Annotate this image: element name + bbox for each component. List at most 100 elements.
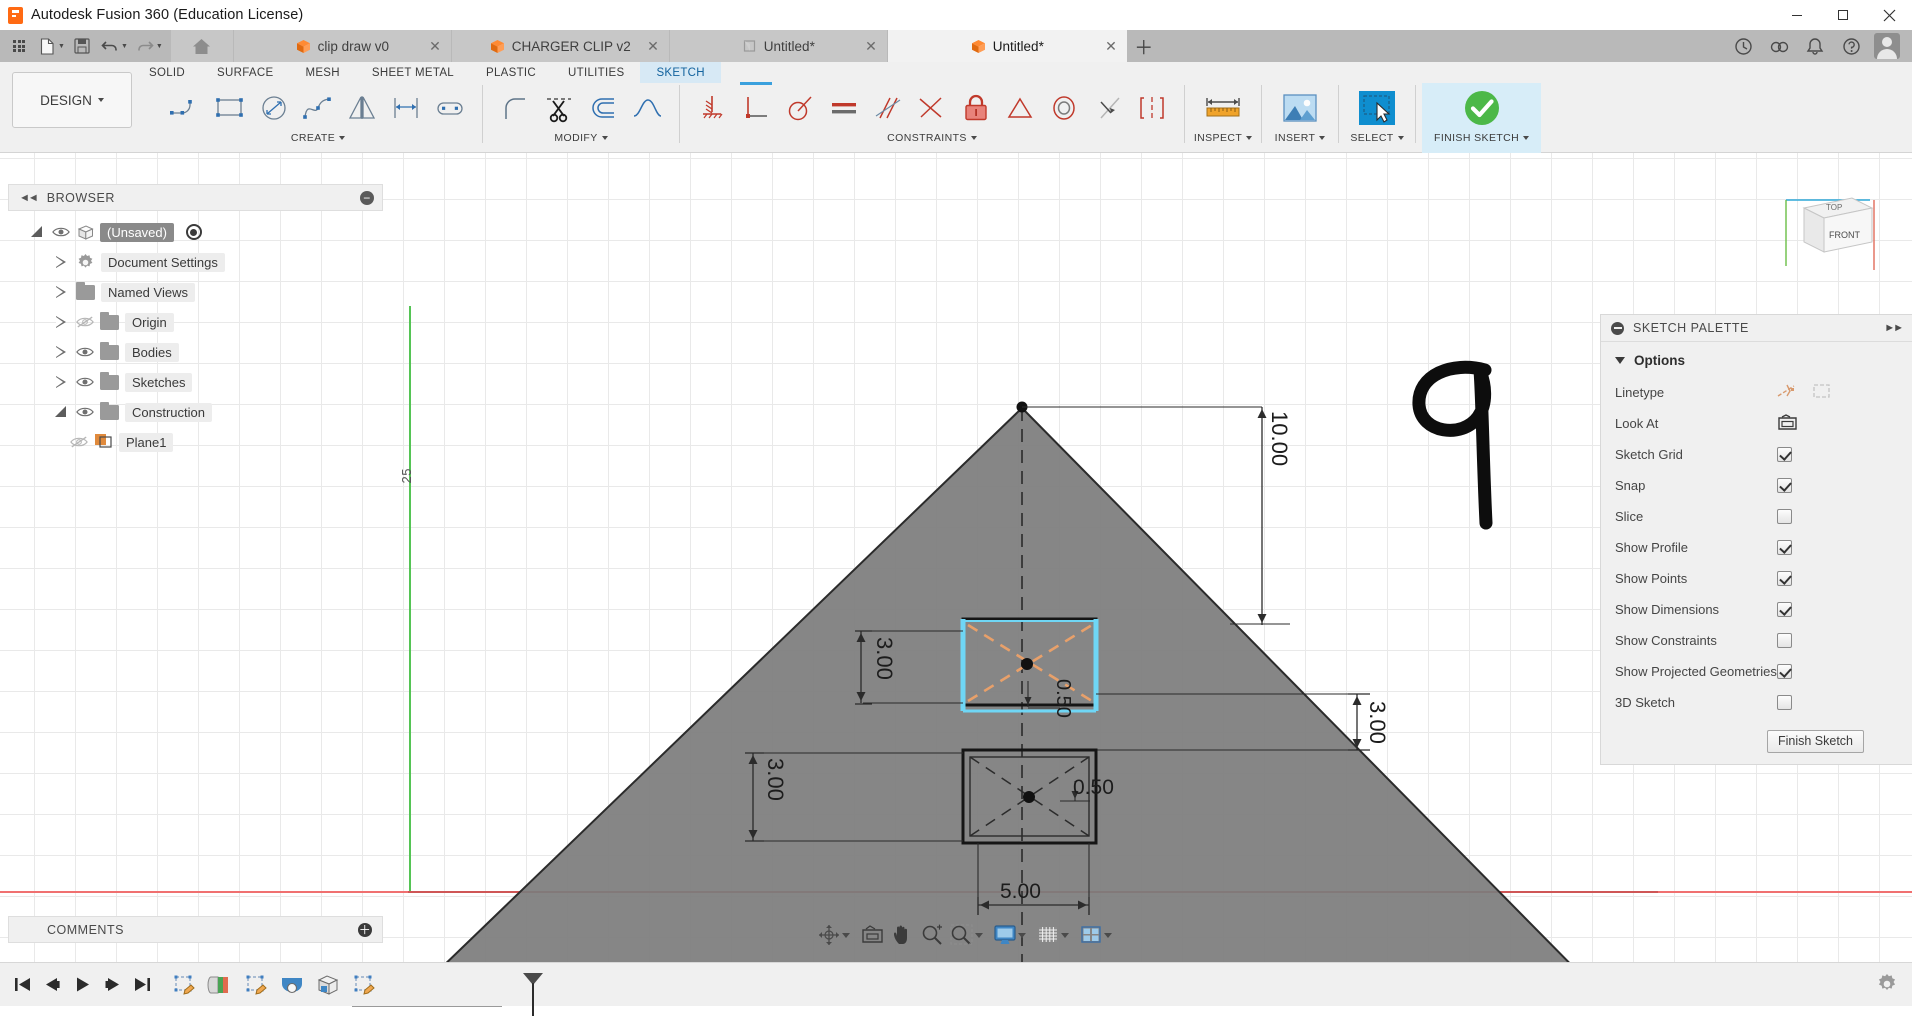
ribbon-tab-plastic[interactable]: PLASTIC — [470, 62, 552, 83]
comments-panel[interactable]: COMMENTS ＋ — [8, 916, 383, 943]
tab-close-icon[interactable]: ✕ — [429, 39, 441, 53]
parallel-icon[interactable] — [866, 85, 910, 131]
shell-feature-icon[interactable] — [314, 972, 342, 998]
step-forward-icon[interactable] — [98, 970, 126, 1000]
ribbon-tab-sketch[interactable]: SKETCH — [640, 62, 721, 83]
finish-sketch-button[interactable]: Finish Sketch — [1766, 729, 1864, 753]
go-to-end-icon[interactable] — [128, 970, 156, 1000]
minimize-circle-icon[interactable]: − — [360, 190, 374, 205]
expand-toggle-icon[interactable] — [52, 375, 70, 389]
app-grid-icon[interactable] — [6, 33, 32, 59]
expand-toggle-icon[interactable] — [52, 345, 70, 359]
maximize-button[interactable] — [1820, 0, 1866, 30]
save-icon[interactable] — [69, 33, 95, 59]
ribbon-tab-mesh[interactable]: MESH — [289, 62, 355, 83]
new-file-dropdown-caret[interactable]: ▼ — [58, 43, 65, 50]
look-at-icon[interactable] — [1777, 413, 1798, 434]
sketch-feature-icon[interactable] — [170, 972, 198, 998]
viewports-icon[interactable] — [1076, 920, 1106, 950]
rectangle-icon[interactable] — [208, 85, 252, 131]
expand-toggle-icon[interactable] — [52, 315, 70, 329]
browser-item-construction[interactable]: Construction — [8, 397, 383, 427]
visibility-eye-off-icon[interactable] — [76, 315, 94, 329]
zoom-icon[interactable] — [917, 920, 947, 950]
show-dimensions-checkbox[interactable] — [1777, 602, 1792, 617]
visibility-eye-icon[interactable] — [76, 405, 94, 419]
workspace-switcher[interactable]: DESIGN — [12, 72, 132, 128]
show-profile-checkbox[interactable] — [1777, 540, 1792, 555]
mirror-icon[interactable] — [340, 85, 384, 131]
help-icon[interactable] — [1838, 33, 1864, 59]
new-document-tab-button[interactable]: ＋ — [1127, 30, 1161, 62]
show-points-checkbox[interactable] — [1777, 571, 1792, 586]
avatar[interactable] — [1874, 33, 1900, 59]
ribbon-tab-sheet-metal[interactable]: SHEET METAL — [356, 62, 470, 83]
insert-image-icon[interactable] — [1272, 88, 1328, 128]
visibility-eye-off-icon[interactable] — [70, 435, 88, 449]
tangent-icon[interactable] — [778, 85, 822, 131]
extrude-feature-icon[interactable] — [206, 972, 234, 998]
sketch-feature-icon[interactable] — [242, 972, 270, 998]
grid-settings-icon[interactable] — [1033, 920, 1063, 950]
ribbon-group-finish-sketch[interactable]: FINISH SKETCH — [1422, 83, 1542, 153]
job-status-icon[interactable] — [1730, 33, 1756, 59]
palette-section-options[interactable]: Options — [1601, 342, 1912, 377]
expand-toggle-icon[interactable] — [52, 285, 70, 299]
fix-icon[interactable] — [690, 85, 734, 131]
slice-checkbox[interactable] — [1777, 509, 1792, 524]
visibility-eye-icon[interactable] — [76, 345, 94, 359]
close-button[interactable] — [1866, 0, 1912, 30]
pan-icon[interactable] — [887, 920, 917, 950]
browser-item-named-views[interactable]: Named Views — [8, 277, 383, 307]
symmetry-icon[interactable] — [998, 85, 1042, 131]
ribbon-group-label-select[interactable]: SELECT — [1350, 132, 1404, 144]
step-back-icon[interactable] — [38, 970, 66, 1000]
chevron-down-icon[interactable] — [1018, 932, 1026, 938]
collinear-icon[interactable] — [1130, 85, 1174, 131]
offset-icon[interactable] — [581, 85, 625, 131]
activate-component-radio[interactable] — [185, 224, 202, 240]
browser-item-plane1[interactable]: Plane1 — [8, 427, 383, 457]
slot-icon[interactable] — [428, 85, 472, 131]
measure-icon[interactable] — [1195, 88, 1251, 128]
select-window-icon[interactable] — [1349, 88, 1405, 128]
tab-close-icon[interactable]: ✕ — [865, 39, 877, 53]
ribbon-group-label-finish-sketch[interactable]: FINISH SKETCH — [1434, 132, 1530, 144]
circle-icon[interactable] — [252, 85, 296, 131]
sketch-feature-icon[interactable] — [350, 972, 378, 998]
browser-item-origin[interactable]: Origin — [8, 307, 383, 337]
minimize-button[interactable] — [1774, 0, 1820, 30]
extensions-icon[interactable] — [1766, 33, 1792, 59]
chevron-down-icon[interactable] — [975, 932, 983, 938]
collapse-left-icon[interactable]: ◄◄ — [19, 192, 39, 204]
ribbon-group-label-inspect[interactable]: INSPECT — [1194, 132, 1253, 144]
tab-close-icon[interactable]: ✕ — [647, 39, 659, 53]
bell-icon[interactable] — [1802, 33, 1828, 59]
tab-close-icon[interactable]: ✕ — [1105, 39, 1117, 53]
curvature-icon[interactable] — [625, 85, 669, 131]
equal-icon[interactable] — [822, 85, 866, 131]
3d-sketch-checkbox[interactable] — [1777, 695, 1792, 710]
expand-toggle-icon[interactable] — [52, 405, 70, 419]
chevron-down-icon[interactable] — [842, 932, 850, 938]
fit-icon[interactable] — [947, 920, 977, 950]
concentric-icon[interactable] — [1042, 85, 1086, 131]
timeline-marker-icon[interactable] — [520, 972, 546, 1019]
redo-icon[interactable] — [132, 33, 158, 59]
line-icon[interactable] — [164, 85, 208, 131]
ribbon-group-label-create[interactable]: CREATE — [291, 132, 346, 144]
spline-icon[interactable] — [296, 85, 340, 131]
play-icon[interactable] — [68, 970, 96, 1000]
orbit-icon[interactable] — [814, 920, 844, 950]
look-at-icon[interactable] — [857, 920, 887, 950]
midpoint-icon[interactable] — [1086, 85, 1130, 131]
fillet-icon[interactable] — [493, 85, 537, 131]
new-file-icon[interactable] — [34, 33, 60, 59]
revolve-feature-icon[interactable] — [278, 972, 306, 998]
ribbon-group-label-modify[interactable]: MODIFY — [554, 132, 608, 144]
browser-item-sketches[interactable]: Sketches — [8, 367, 383, 397]
collapse-dot-icon[interactable] — [1611, 321, 1624, 335]
chevron-down-icon[interactable] — [1061, 932, 1069, 938]
browser-item-unsaved[interactable]: (Unsaved) — [8, 217, 383, 247]
go-to-start-icon[interactable] — [8, 970, 36, 1000]
